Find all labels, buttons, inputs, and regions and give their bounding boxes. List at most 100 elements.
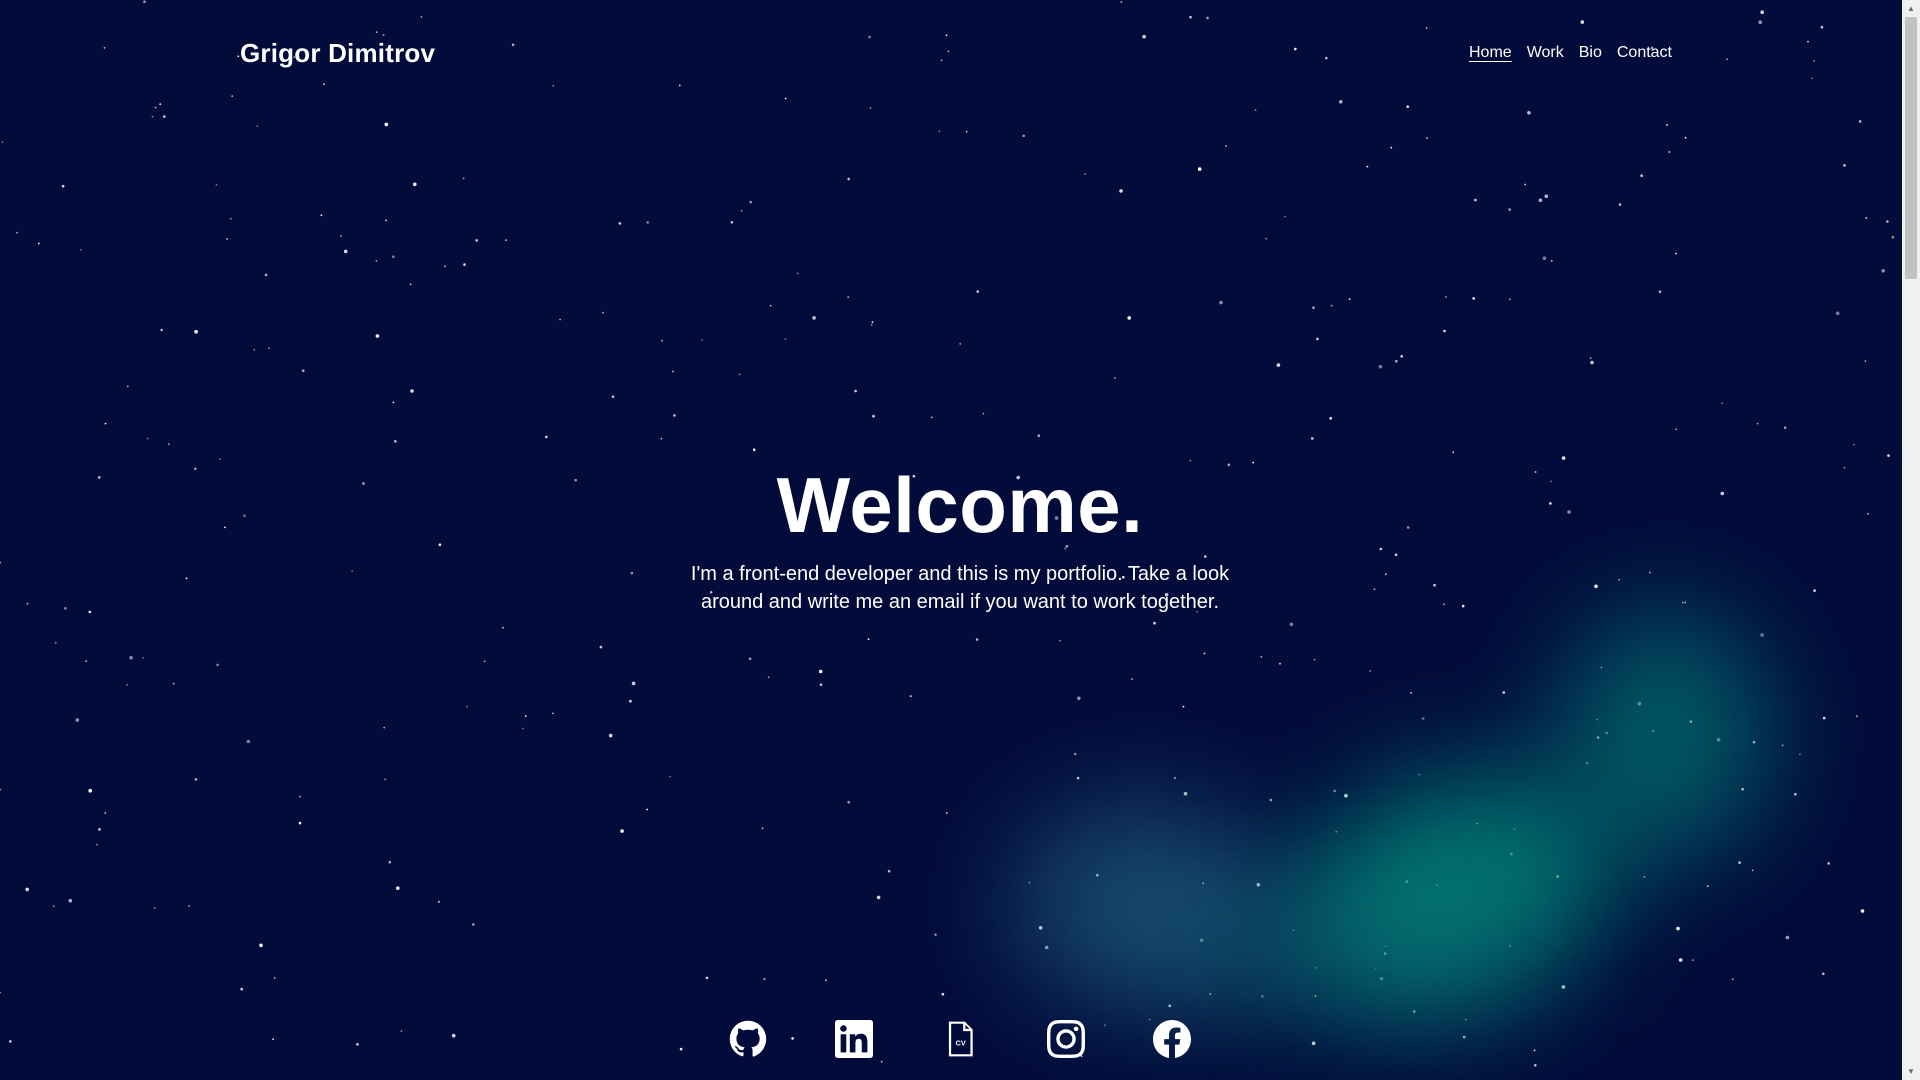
scroll-down-arrow-icon[interactable]: ▼	[1902, 1063, 1920, 1080]
star	[505, 239, 507, 242]
star	[930, 416, 933, 419]
page: Grigor Dimitrov Home Work Bio Contact We…	[0, 0, 1920, 1080]
social-links: CV	[0, 1020, 1920, 1060]
star	[384, 122, 389, 127]
star	[1731, 978, 1734, 981]
nav-link-work[interactable]: Work	[1527, 44, 1564, 62]
star	[409, 283, 412, 286]
star	[608, 733, 613, 738]
star	[1684, 136, 1687, 139]
site-brand[interactable]: Grigor Dimitrov	[240, 38, 435, 69]
star	[1596, 736, 1600, 739]
star	[61, 184, 65, 188]
star	[256, 125, 259, 128]
star	[660, 437, 663, 440]
star	[1311, 437, 1314, 440]
star	[1073, 752, 1077, 756]
star	[646, 221, 649, 224]
star	[96, 843, 98, 846]
star	[98, 828, 101, 831]
vertical-scrollbar[interactable]: ▲ ▼	[1902, 0, 1920, 1080]
cv-icon-label: CV	[956, 1039, 966, 1048]
star	[1174, 777, 1176, 779]
star	[80, 249, 82, 251]
star	[1344, 793, 1348, 798]
star	[965, 130, 968, 133]
star	[819, 683, 823, 686]
star	[1534, 1064, 1537, 1067]
star	[104, 812, 107, 814]
star	[153, 907, 156, 909]
scrollbar-thumb[interactable]	[1905, 17, 1917, 279]
star	[85, 660, 88, 662]
star	[1038, 926, 1043, 930]
star	[748, 657, 752, 661]
star	[854, 389, 857, 393]
hero-subtitle: I'm a front-end developer and this is my…	[690, 563, 1230, 613]
star	[1127, 316, 1131, 320]
star	[1827, 862, 1830, 865]
star	[1383, 952, 1387, 955]
star	[1183, 791, 1188, 796]
star	[475, 239, 479, 242]
star	[959, 343, 962, 345]
facebook-link[interactable]	[1153, 1020, 1191, 1060]
star	[976, 290, 979, 293]
cv-download-link[interactable]: CV	[941, 1020, 979, 1060]
star	[1586, 761, 1589, 765]
star	[104, 422, 107, 425]
star	[483, 660, 486, 663]
star	[194, 778, 198, 781]
star	[188, 904, 191, 907]
nav-link-bio[interactable]: Bio	[1579, 44, 1602, 62]
linkedin-link[interactable]	[835, 1020, 873, 1060]
star	[1028, 881, 1031, 884]
star	[1860, 909, 1865, 913]
star	[982, 412, 985, 415]
star	[466, 705, 468, 708]
star	[1618, 203, 1622, 206]
star	[934, 933, 937, 936]
github-link[interactable]	[729, 1020, 767, 1060]
star	[142, 657, 144, 659]
star	[705, 976, 709, 980]
star	[385, 219, 387, 222]
nav-link-home[interactable]: Home	[1469, 44, 1512, 62]
nav-link-contact[interactable]: Contact	[1617, 44, 1672, 62]
star	[216, 663, 219, 667]
star	[438, 900, 440, 903]
star	[847, 177, 850, 181]
star	[194, 329, 198, 334]
star	[394, 440, 397, 443]
scroll-up-arrow-icon[interactable]: ▲	[1902, 0, 1920, 17]
instagram-link[interactable]	[1047, 1020, 1085, 1060]
star	[1330, 304, 1333, 307]
star	[1637, 701, 1642, 706]
star	[1219, 300, 1223, 305]
star	[1044, 945, 1049, 950]
star	[16, 231, 18, 234]
star	[1474, 198, 1477, 202]
star	[1418, 773, 1420, 776]
star	[343, 249, 348, 254]
star	[740, 209, 743, 212]
star	[273, 977, 276, 979]
star	[388, 860, 392, 864]
star	[1202, 882, 1205, 885]
star	[975, 638, 979, 641]
star	[1675, 428, 1678, 431]
star	[1676, 926, 1680, 931]
star	[375, 260, 378, 262]
star	[1891, 235, 1895, 239]
star	[1472, 297, 1475, 300]
star	[1476, 822, 1479, 825]
star	[1738, 861, 1741, 864]
star	[730, 221, 734, 224]
star	[1640, 174, 1643, 177]
star	[1131, 678, 1133, 680]
star	[375, 334, 380, 338]
star	[818, 669, 823, 674]
star	[672, 370, 674, 373]
star	[1076, 776, 1080, 780]
star	[502, 626, 504, 629]
